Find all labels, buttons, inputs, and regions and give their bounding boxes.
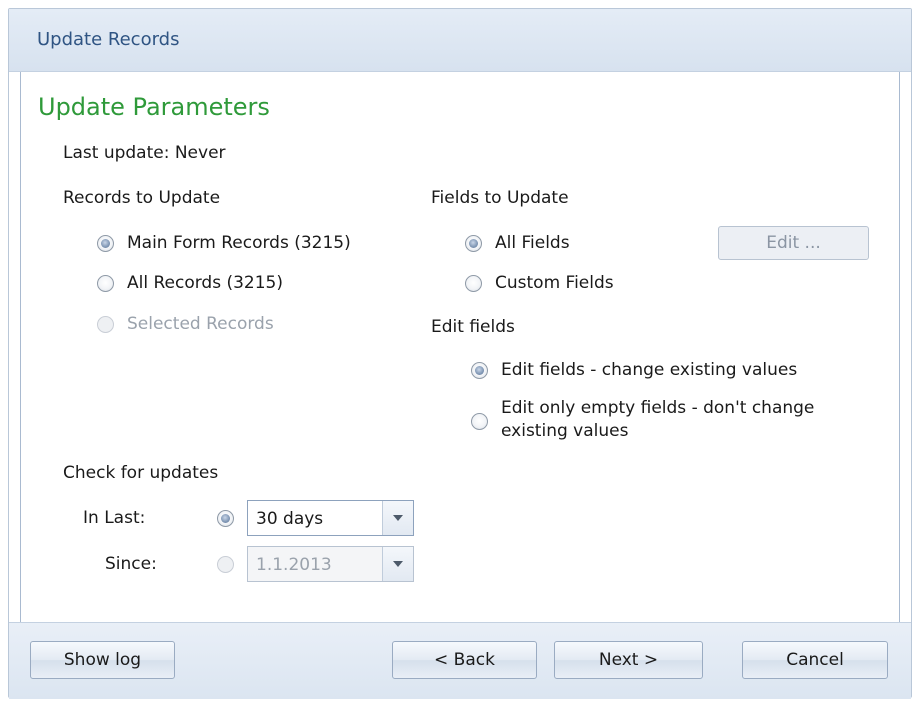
since-value: 1.1.2013 <box>256 555 332 575</box>
in-last-value: 30 days <box>256 509 324 529</box>
since-dropdown-button[interactable] <box>382 547 413 581</box>
chevron-down-icon <box>393 515 403 521</box>
window-title: Update Records <box>37 29 180 50</box>
in-last-label: In Last: <box>83 508 146 528</box>
section-title: Update Parameters <box>38 93 270 121</box>
label-all-records[interactable]: All Records (3215) <box>127 273 283 293</box>
label-edit-change-existing[interactable]: Edit fields - change existing values <box>501 360 797 380</box>
label-edit-only-empty-line2[interactable]: existing values <box>501 421 628 441</box>
edit-fields-button[interactable]: Edit ... <box>718 226 869 260</box>
radio-edit-change-existing[interactable] <box>471 362 488 379</box>
label-selected-records[interactable]: Selected Records <box>127 314 274 334</box>
cancel-button[interactable]: Cancel <box>742 641 888 679</box>
next-button[interactable]: Next > <box>554 641 703 679</box>
radio-all-fields[interactable] <box>465 235 482 252</box>
radio-selected-records[interactable] <box>97 316 114 333</box>
radio-in-last[interactable] <box>217 510 234 527</box>
last-update-text: Last update: Never <box>63 143 226 163</box>
button-bar: Show log < Back Next > Cancel <box>9 622 911 699</box>
radio-all-records[interactable] <box>97 275 114 292</box>
label-edit-only-empty-line1[interactable]: Edit only empty fields - don't change <box>501 398 814 418</box>
label-custom-fields[interactable]: Custom Fields <box>495 273 614 293</box>
chevron-down-icon <box>393 561 403 567</box>
update-records-dialog: Update Records Update Parameters Last up… <box>8 8 912 699</box>
label-main-form-records[interactable]: Main Form Records (3215) <box>127 233 351 253</box>
fields-heading: Fields to Update <box>431 188 569 208</box>
radio-custom-fields[interactable] <box>465 275 482 292</box>
show-log-button[interactable]: Show log <box>30 641 175 679</box>
back-button[interactable]: < Back <box>392 641 537 679</box>
since-label: Since: <box>105 554 157 574</box>
in-last-dropdown[interactable]: 30 days <box>247 500 414 536</box>
radio-edit-only-empty[interactable] <box>471 413 488 430</box>
label-all-fields[interactable]: All Fields <box>495 233 570 253</box>
check-updates-heading: Check for updates <box>63 463 219 483</box>
title-bar: Update Records <box>9 9 911 72</box>
radio-main-form-records[interactable] <box>97 235 114 252</box>
in-last-dropdown-button[interactable] <box>382 501 413 535</box>
since-dropdown[interactable]: 1.1.2013 <box>247 546 414 582</box>
edit-fields-heading: Edit fields <box>431 317 515 337</box>
radio-since[interactable] <box>217 556 234 573</box>
records-heading: Records to Update <box>63 188 221 208</box>
